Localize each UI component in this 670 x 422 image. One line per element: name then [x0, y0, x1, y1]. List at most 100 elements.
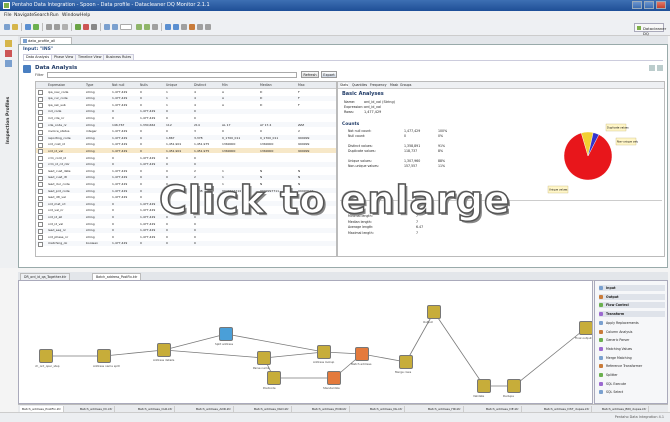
step-icon[interactable]: [91, 24, 97, 30]
save-icon[interactable]: [25, 24, 31, 30]
workflow-step[interactable]: [39, 349, 53, 363]
col-type[interactable]: Type: [86, 83, 93, 87]
subtab-business-rules[interactable]: Business Rules: [103, 54, 135, 60]
help-icon[interactable]: [205, 24, 211, 30]
menu-help[interactable]: Help: [80, 13, 90, 18]
workflow-hop[interactable]: [103, 349, 165, 357]
tab-quantiles[interactable]: Quantiles: [352, 83, 367, 87]
table-row[interactable]: cde_code_nr string 146,767 1,330,662 112 214 A…: [36, 122, 336, 128]
workflow-hop[interactable]: [225, 333, 325, 353]
table-row[interactable]: crm_id_cd_nbr string 0 1,477,429 0 0: [36, 161, 336, 168]
table-row[interactable]: lead_cust_date string 1,477,429 0 0 2 1 N N: [36, 168, 336, 175]
close-button[interactable]: [656, 1, 666, 9]
table-row[interactable]: lead_seq_nr string 0 1,477,429 0 0: [36, 227, 336, 234]
export-button[interactable]: Export: [321, 71, 337, 78]
workflow-step[interactable]: [97, 349, 111, 363]
table-row[interactable]: ord_cost_id string 1,477,429 0 1,451,901 1,45…: [36, 142, 336, 148]
row-checkbox[interactable]: [38, 222, 43, 227]
palette-item[interactable]: Generic Parser: [599, 337, 665, 343]
run-icon[interactable]: [33, 24, 39, 30]
palette-item[interactable]: Apply Replacements: [599, 320, 665, 326]
row-checkbox[interactable]: [38, 149, 43, 155]
palette-category[interactable]: Transform: [599, 311, 665, 318]
row-checkbox[interactable]: [38, 235, 43, 241]
row-checkbox[interactable]: [38, 136, 43, 142]
new-icon[interactable]: [4, 24, 10, 30]
col-median[interactable]: Median: [260, 83, 272, 87]
col-min[interactable]: Min: [222, 83, 228, 87]
workflow-step[interactable]: [427, 305, 441, 319]
workflow-step[interactable]: [507, 379, 521, 393]
grid-icon[interactable]: [152, 24, 158, 30]
table-row[interactable]: ind_cde_nr string 0 1,477,429 0 0: [36, 115, 336, 122]
filter-input[interactable]: [47, 72, 297, 78]
tab-stats[interactable]: Stats: [340, 82, 349, 87]
workflow-step[interactable]: [219, 327, 233, 341]
tab-workflow-1[interactable]: DR_ord_id_qa_Together.ktr: [20, 273, 71, 280]
row-checkbox[interactable]: [38, 156, 43, 161]
settings-icon[interactable]: [197, 24, 203, 30]
col-expression[interactable]: Expression: [48, 83, 65, 87]
layout-icon[interactable]: [649, 65, 655, 71]
play-icon[interactable]: [75, 24, 81, 30]
subtab-data-analysis[interactable]: Data Analysis: [23, 54, 53, 60]
palette-item[interactable]: SQL Execute: [599, 381, 665, 387]
workflow-canvas[interactable]: ch_ord_oper_step Address name split Addres…: [18, 280, 593, 404]
table-row[interactable]: ind_code string 0 1,477,429 0 0: [36, 108, 336, 115]
stop-icon[interactable]: [83, 24, 89, 30]
menu-file[interactable]: File: [4, 13, 12, 18]
table-row[interactable]: ord_id_val string 1,477,429 0 1,451,901 1,451…: [36, 148, 336, 155]
view-icon[interactable]: [5, 60, 12, 67]
workflow-step[interactable]: [257, 351, 271, 365]
workflow-step[interactable]: [579, 321, 592, 335]
folder-icon[interactable]: [5, 40, 12, 47]
row-checkbox[interactable]: [38, 142, 43, 148]
palette-category[interactable]: Flow Control: [599, 302, 665, 309]
click-to-enlarge-overlay[interactable]: Click to enlarge: [0, 177, 670, 223]
workflow-step[interactable]: [399, 355, 413, 369]
workflow-hop[interactable]: [263, 351, 325, 359]
row-checkbox[interactable]: [38, 116, 43, 122]
row-checkbox[interactable]: [38, 109, 43, 115]
row-checkbox[interactable]: [38, 123, 43, 128]
subtab-phase-view[interactable]: Phase View: [51, 54, 77, 60]
minimize-button[interactable]: [632, 1, 642, 9]
row-checkbox[interactable]: [38, 129, 43, 135]
tab-workflow-2[interactable]: Batch_address_PostFix.ktr: [92, 273, 142, 280]
open-icon[interactable]: [12, 24, 18, 30]
workflow-step[interactable]: [157, 343, 171, 357]
table-row[interactable]: reporting_code string 1,477,429 0 1,867 3,378…: [36, 135, 336, 142]
palette-category[interactable]: Output: [599, 293, 665, 300]
zoom-in-icon[interactable]: [104, 24, 110, 30]
perspective-switcher[interactable]: Datacleaner DQ: [634, 23, 666, 36]
palette-item[interactable]: Column Analysis: [599, 329, 665, 335]
workflow-hop[interactable]: [163, 349, 265, 359]
menu-search[interactable]: Search: [34, 13, 49, 18]
database-icon[interactable]: [165, 24, 171, 30]
row-checkbox[interactable]: [38, 90, 43, 95]
palette-item[interactable]: Merge Matching: [599, 355, 665, 361]
table-row[interactable]: ipa_nav_code string 1,477,429 0 1 4 A D F: [36, 89, 336, 95]
palette-category[interactable]: Input: [599, 285, 665, 291]
align-icon[interactable]: [136, 24, 142, 30]
menu-run[interactable]: Run: [50, 13, 59, 18]
palette-item[interactable]: Reference Transformer: [599, 363, 665, 369]
row-checkbox[interactable]: [38, 103, 43, 109]
col-nulls[interactable]: Nulls: [140, 83, 148, 87]
copy-icon[interactable]: [54, 24, 60, 30]
col-distinct[interactable]: Distinct: [194, 83, 206, 87]
tab-frequency[interactable]: Frequency: [370, 83, 386, 87]
explore-icon[interactable]: [173, 24, 179, 30]
refresh-button[interactable]: Refresh: [301, 71, 319, 78]
paste-icon[interactable]: [62, 24, 68, 30]
row-checkbox[interactable]: [38, 162, 43, 168]
table-row[interactable]: ipa_rek_sub string 1,477,429 0 1 4 A D F: [36, 102, 336, 109]
maximize-button[interactable]: [644, 1, 654, 9]
design-icon[interactable]: [5, 50, 12, 57]
table-row[interactable]: ord_phase_nr string 0 1,477,429 0 0: [36, 234, 336, 241]
workflow-step[interactable]: [477, 379, 491, 393]
palette-item[interactable]: Matching Values: [599, 346, 665, 352]
table-row[interactable]: invoice_status integer 1,477,429 0 0 3 0 0 2: [36, 129, 336, 135]
cut-icon[interactable]: [46, 24, 52, 30]
table-row[interactable]: ipa_cur_code string 1,477,429 0 1 4 A D F: [36, 95, 336, 102]
